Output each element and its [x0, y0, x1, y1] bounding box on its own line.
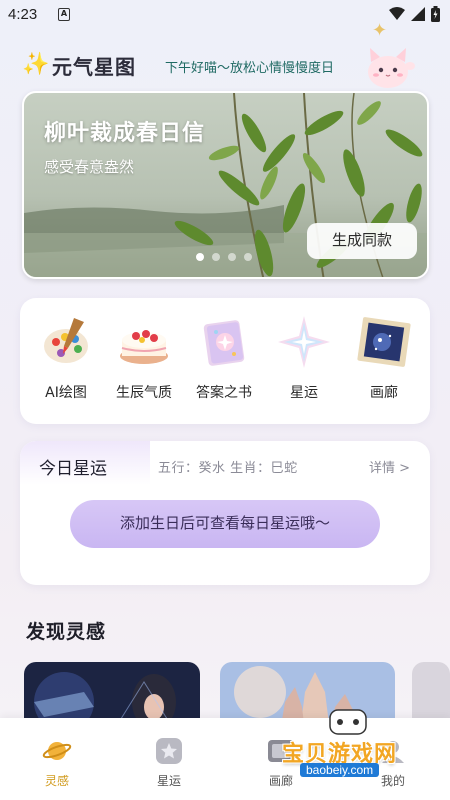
banner-subtitle: 感受春意盎然: [44, 158, 135, 176]
tab-label: 星运: [156, 774, 181, 788]
status-icons: [389, 6, 440, 22]
cat-mascot-icon: [368, 48, 415, 88]
generate-same-button[interactable]: 生成同款: [307, 223, 417, 259]
status-time: 4:23: [8, 6, 38, 23]
fortune-meta: 五行：癸水 生肖：巳蛇: [158, 461, 298, 476]
tab-star-fortune[interactable]: 星运: [139, 736, 199, 789]
tool-label: 生辰气质: [116, 385, 172, 401]
fortune-detail-link[interactable]: 详情 >: [369, 457, 410, 476]
section-title-discover: 发现灵感: [26, 621, 107, 643]
tools-panel: AI绘图 生辰气质 答案之书 星运 画廊: [20, 298, 430, 424]
app-title: 元气星图: [52, 55, 136, 79]
notification-icon: A: [58, 8, 70, 21]
cake-icon: [120, 330, 168, 364]
palette-icon: [44, 318, 88, 363]
tool-birth-temperament[interactable]: 生辰气质: [108, 314, 180, 402]
planet-icon: [42, 742, 72, 760]
banner-carousel[interactable]: 柳叶裁成春日信 感受春意盎然 生成同款: [22, 91, 429, 279]
daily-fortune-card: 今日星运 五行：癸水 生肖：巳蛇 详情 > 添加生日后可查看每日星运哦～: [20, 441, 430, 585]
carousel-dot[interactable]: [212, 253, 220, 261]
tool-star-fortune[interactable]: 星运: [268, 314, 340, 402]
sparkle-star-icon: ✨: [22, 52, 50, 77]
fortune-title: 今日星运: [39, 459, 107, 479]
greeting-text: 下午好喵～放松心情慢慢度日: [165, 61, 335, 76]
carousel-dot[interactable]: [196, 253, 204, 261]
tab-label: 灵感: [44, 774, 69, 788]
carousel-indicator: [196, 253, 252, 261]
star-badge-icon: [156, 738, 182, 764]
sparkle-icon: ✦: [372, 20, 388, 41]
battery-icon: [431, 6, 440, 22]
tool-gallery[interactable]: 画廊: [348, 314, 420, 402]
star-icon: [278, 316, 330, 368]
wifi-icon: [389, 7, 405, 20]
tool-label: AI绘图: [45, 385, 87, 401]
tool-book-of-answers[interactable]: 答案之书: [188, 314, 260, 402]
tool-ai-drawing[interactable]: AI绘图: [30, 314, 102, 402]
banner-title: 柳叶裁成春日信: [44, 121, 206, 146]
signal-icon: [411, 7, 425, 21]
tool-label: 星运: [290, 385, 318, 401]
add-birthday-button[interactable]: 添加生日后可查看每日星运哦～: [70, 500, 380, 548]
tab-inspiration[interactable]: 灵感: [27, 736, 87, 789]
carousel-dot[interactable]: [228, 253, 236, 261]
tool-label: 画廊: [370, 385, 398, 401]
tool-label: 答案之书: [196, 385, 252, 401]
picture-frame-icon: [357, 317, 411, 367]
book-icon: [203, 320, 245, 366]
watermark-url: baobeiy.com: [300, 763, 380, 777]
carousel-dot[interactable]: [244, 253, 252, 261]
